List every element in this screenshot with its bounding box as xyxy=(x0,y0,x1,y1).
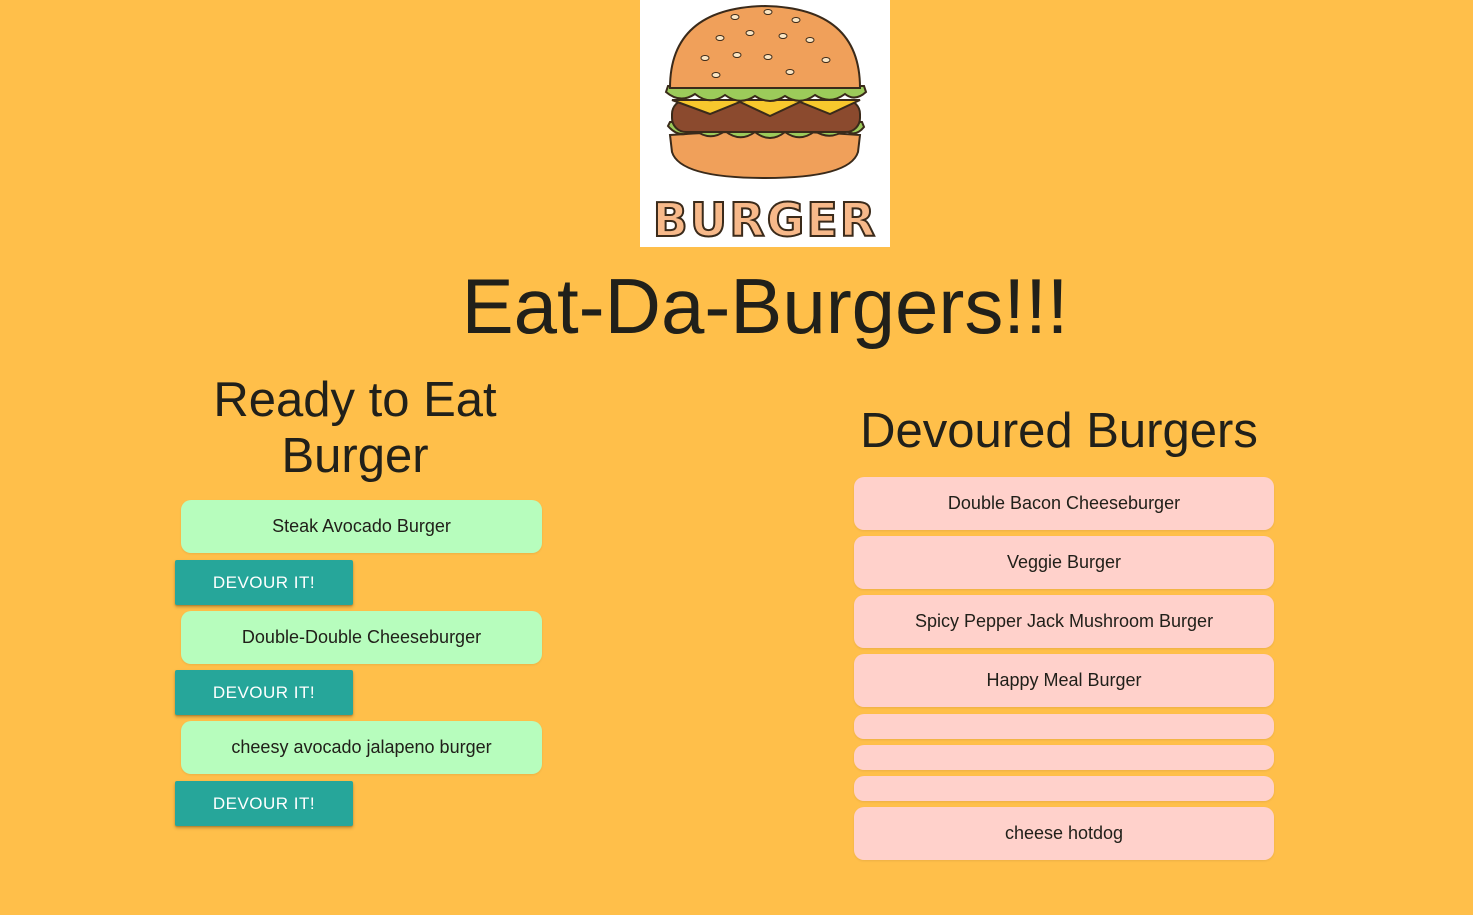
devour-button[interactable]: DEVOUR IT! xyxy=(175,670,353,715)
burger-logo-icon: BURGER xyxy=(652,4,877,247)
page-title: Eat-Da-Burgers!!! xyxy=(461,262,1069,350)
devoured-burger-item: Veggie Burger xyxy=(854,536,1274,589)
devoured-burger-item-empty xyxy=(854,714,1274,739)
ready-to-eat-heading: Ready to Eat Burger xyxy=(213,373,497,483)
devoured-burgers-heading: Devoured Burgers xyxy=(860,404,1258,458)
devoured-burger-item: Spicy Pepper Jack Mushroom Burger xyxy=(854,595,1274,648)
devoured-burger-item: cheese hotdog xyxy=(854,807,1274,860)
devour-button[interactable]: DEVOUR IT! xyxy=(175,560,353,605)
ready-burger-item: Double-Double Cheeseburger xyxy=(181,611,542,664)
devour-button[interactable]: DEVOUR IT! xyxy=(175,781,353,826)
ready-burger-item: cheesy avocado jalapeno burger xyxy=(181,721,542,774)
devoured-burger-item: Double Bacon Cheeseburger xyxy=(854,477,1274,530)
devoured-burger-item: Happy Meal Burger xyxy=(854,654,1274,707)
ready-burger-item: Steak Avocado Burger xyxy=(181,500,542,553)
devoured-burger-item-empty xyxy=(854,776,1274,801)
devoured-burger-item-empty xyxy=(854,745,1274,770)
svg-text:BURGER: BURGER xyxy=(653,193,877,247)
burger-logo: BURGER xyxy=(640,0,890,247)
